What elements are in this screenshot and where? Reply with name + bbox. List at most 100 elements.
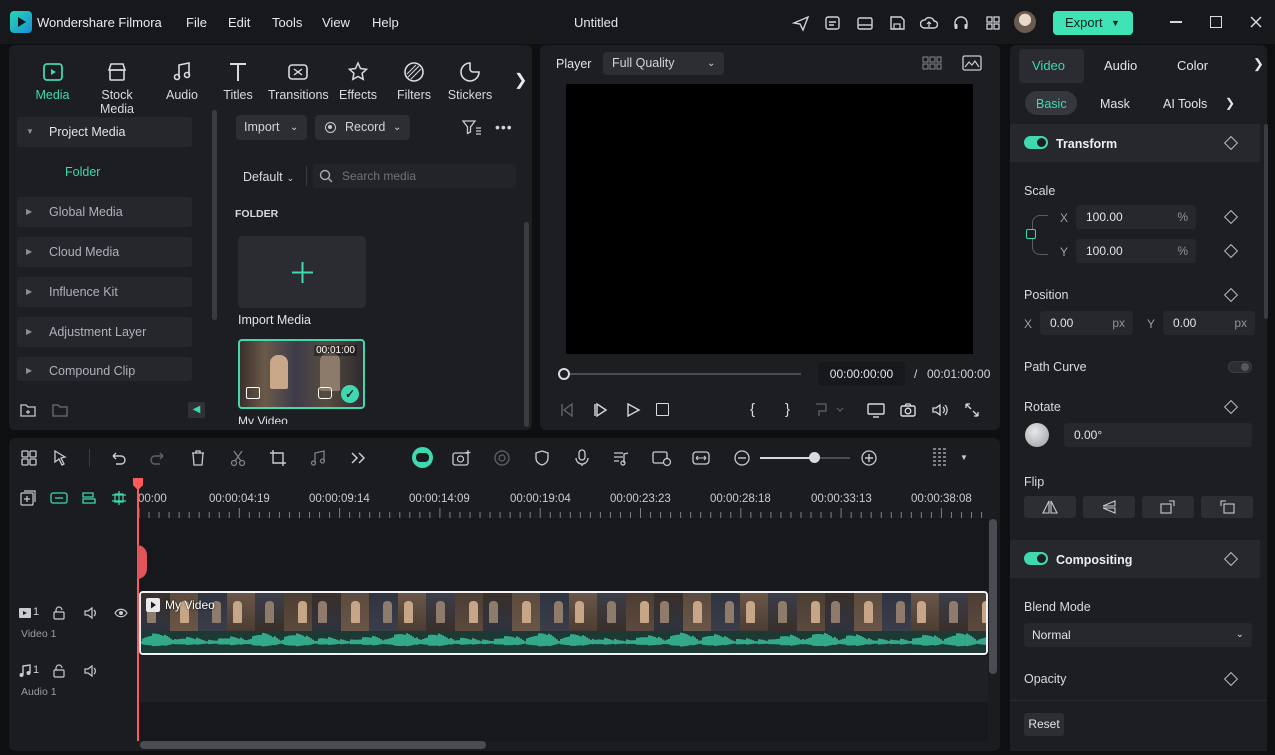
rotate-right-button[interactable] [1142, 496, 1194, 518]
ai-clip-icon[interactable] [452, 449, 471, 467]
sidebar-item-folder[interactable]: Folder [65, 165, 100, 179]
timeline-horizontal-scrollbar[interactable] [140, 741, 486, 749]
track-height-icon[interactable] [932, 447, 948, 469]
audio-track-lane[interactable] [138, 656, 988, 702]
grid-view-icon[interactable] [922, 56, 942, 70]
import-media-tile[interactable] [238, 236, 366, 308]
display-icon[interactable] [867, 402, 885, 418]
tab-video[interactable]: Video [1032, 58, 1065, 73]
snapshot-icon[interactable] [900, 402, 916, 418]
tab-color[interactable]: Color [1177, 58, 1208, 73]
media-clip-thumbnail[interactable]: 00:01:00 ✓ [238, 339, 365, 409]
timeline-vertical-scrollbar[interactable] [989, 519, 997, 674]
chevron-right-icon[interactable]: ❯ [514, 70, 527, 90]
tab-filters[interactable]: Filters [394, 60, 434, 102]
layout-grid-icon[interactable] [20, 449, 38, 467]
reset-button[interactable]: Reset [1024, 713, 1064, 736]
quality-dropdown[interactable]: Full Quality ⌄ [603, 52, 724, 75]
add-track-icon[interactable] [20, 490, 36, 506]
send-icon[interactable] [792, 14, 810, 32]
menu-help[interactable]: Help [372, 15, 399, 30]
fit-timeline-icon[interactable] [692, 449, 710, 467]
playhead-marker[interactable] [137, 545, 147, 579]
save-icon[interactable] [888, 14, 906, 32]
record-dropdown[interactable]: Record ⌄ [315, 115, 410, 140]
video-preview[interactable] [566, 84, 973, 354]
rotate-dial[interactable] [1025, 423, 1049, 447]
sidebar-item-influence-kit[interactable]: ▶ Influence Kit [17, 277, 192, 307]
subtab-ai-tools[interactable]: AI Tools [1163, 97, 1207, 111]
tab-media[interactable]: Media [30, 60, 75, 102]
sidebar-scrollbar[interactable] [212, 110, 217, 320]
minimize-icon[interactable] [1170, 21, 1182, 23]
compositing-toggle[interactable] [1024, 552, 1048, 565]
scale-x-input[interactable]: 100.00% [1076, 205, 1196, 229]
playhead-line[interactable] [137, 480, 139, 741]
export-button[interactable]: Export ▼ [1053, 11, 1133, 35]
image-icon[interactable] [962, 55, 982, 71]
chevron-right-icon[interactable]: ❯ [1225, 96, 1235, 110]
microphone-icon[interactable] [573, 449, 591, 467]
tab-stickers[interactable]: Stickers [446, 60, 494, 102]
sidebar-item-cloud-media[interactable]: ▶ Cloud Media [17, 237, 192, 267]
headset-icon[interactable] [952, 14, 970, 32]
move-folder-icon[interactable] [52, 402, 68, 418]
chevron-right-icon[interactable]: ❯ [1253, 56, 1264, 72]
collapse-sidebar-icon[interactable]: ◀ [188, 402, 205, 418]
marker-icon[interactable] [814, 402, 844, 418]
ai-assistant-icon[interactable] [412, 447, 433, 468]
tab-stock-media[interactable]: Stock Media [84, 60, 150, 116]
playhead-knob[interactable] [558, 368, 570, 380]
more-options-icon[interactable]: ••• [495, 119, 513, 135]
sidebar-item-global-media[interactable]: ▶ Global Media [17, 197, 192, 227]
chevron-down-icon[interactable]: ▼ [960, 453, 968, 462]
sort-dropdown[interactable]: Default ⌄ [243, 170, 294, 184]
previous-frame-icon[interactable] [559, 402, 575, 418]
zoom-in-icon[interactable] [860, 449, 878, 467]
menu-edit[interactable]: Edit [228, 15, 250, 30]
import-dropdown[interactable]: Import ⌄ [236, 115, 307, 140]
tab-audio[interactable]: Audio [162, 60, 202, 102]
scale-y-input[interactable]: 100.00% [1076, 239, 1196, 263]
menu-tools[interactable]: Tools [272, 15, 302, 30]
play-icon[interactable] [625, 402, 641, 418]
media-settings-icon[interactable] [652, 449, 672, 467]
mark-out-icon[interactable]: } [785, 401, 790, 418]
current-time[interactable]: 00:00:00:00 [818, 362, 905, 386]
stop-icon[interactable] [656, 403, 669, 416]
tab-transitions[interactable]: Transitions [268, 60, 329, 102]
crop-icon[interactable] [269, 449, 287, 467]
menu-file[interactable]: File [186, 15, 207, 30]
timeline-clip[interactable]: My Video [139, 591, 988, 655]
search-input[interactable]: Search media [313, 164, 516, 188]
tab-audio-prop[interactable]: Audio [1104, 58, 1137, 73]
scissors-icon[interactable] [229, 449, 247, 467]
new-folder-icon[interactable] [20, 402, 36, 418]
layout-icon[interactable] [856, 14, 874, 32]
media-scrollbar[interactable] [524, 222, 529, 427]
music-list-icon[interactable] [612, 449, 630, 467]
playback-slider[interactable] [563, 373, 801, 375]
undo-icon[interactable] [109, 449, 127, 467]
subtab-mask[interactable]: Mask [1100, 97, 1130, 111]
volume-icon[interactable] [931, 402, 949, 418]
speaker-icon[interactable] [84, 606, 98, 620]
audio-stretch-icon[interactable] [309, 449, 327, 467]
zoom-slider[interactable] [760, 457, 850, 459]
position-x-input[interactable]: 0.00 px [1040, 311, 1133, 335]
rotate-left-button[interactable] [1201, 496, 1253, 518]
filter-sort-icon[interactable] [462, 119, 482, 135]
next-frame-icon[interactable] [593, 402, 609, 418]
blend-mode-dropdown[interactable]: Normal ⌄ [1024, 623, 1252, 647]
redo-icon[interactable] [149, 449, 167, 467]
apps-grid-icon[interactable] [984, 14, 1002, 32]
sidebar-item-adjustment-layer[interactable]: ▶ Adjustment Layer [17, 317, 192, 347]
path-curve-toggle[interactable] [1228, 361, 1252, 373]
zoom-out-icon[interactable] [733, 449, 751, 467]
avatar[interactable] [1014, 11, 1036, 33]
flip-horizontal-button[interactable] [1024, 496, 1076, 518]
cloud-upload-icon[interactable] [920, 14, 938, 32]
maximize-icon[interactable] [1210, 16, 1222, 28]
subtitle-icon[interactable] [824, 14, 842, 32]
shield-icon[interactable] [533, 449, 551, 467]
